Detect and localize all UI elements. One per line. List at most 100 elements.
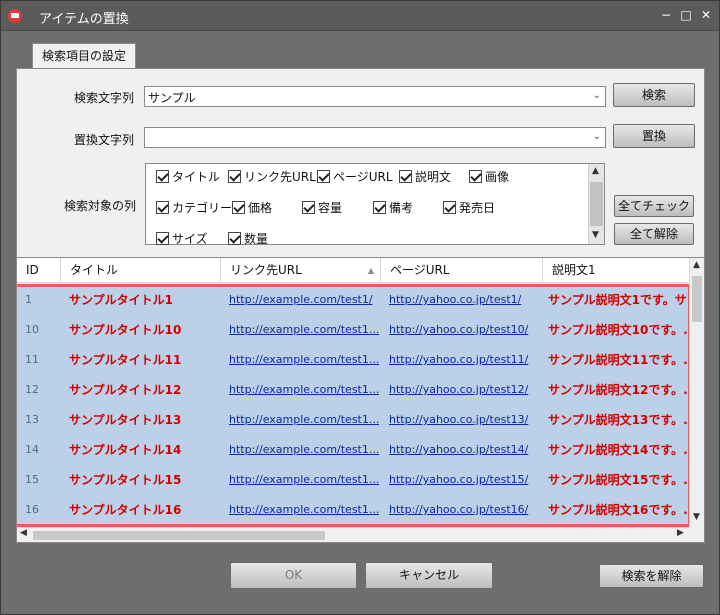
cell-link-url[interactable]: http://example.com/test1... (229, 405, 379, 435)
table-row[interactable]: 11 サンプルタイトル11 http://example.com/test1..… (17, 345, 689, 375)
checkbox-label: 備考 (389, 201, 414, 215)
scroll-right-icon[interactable]: ▶ (677, 528, 684, 538)
search-settings-panel: 検索文字列 サンプル ⌄ 検索 置換文字列 ⌄ 置換 検索対象の列 タイトル リ… (16, 68, 705, 258)
cell-page-url[interactable]: http://yahoo.co.jp/test10/ (389, 315, 544, 345)
cell-link-url[interactable]: http://example.com/test1... (229, 375, 379, 405)
ok-button[interactable]: OK (230, 562, 357, 589)
replace-button[interactable]: 置換 (613, 124, 695, 148)
checkbox-label: 発売日 (459, 201, 496, 215)
grid-vertical-scrollbar[interactable]: ▲ ▼ (689, 258, 704, 527)
table-row[interactable]: 10 サンプルタイトル10 http://example.com/test1..… (17, 315, 689, 345)
chevron-down-icon[interactable]: ⌄ (593, 90, 601, 101)
checkbox-link-url[interactable]: リンク先URL (228, 168, 316, 185)
grid-horizontal-scrollbar[interactable]: ◀ ▶ (17, 527, 689, 542)
cell-id: 10 (25, 323, 39, 336)
checkbox-title[interactable]: タイトル (156, 168, 220, 185)
checkbox-label: 説明文 (415, 170, 452, 184)
cell-page-url[interactable]: http://yahoo.co.jp/test16/ (389, 495, 544, 525)
table-row[interactable]: 15 サンプルタイトル15 http://example.com/test1..… (17, 465, 689, 495)
table-row[interactable]: 1 サンプルタイトル1 http://example.com/test1/ ht… (17, 285, 689, 315)
cell-link-url[interactable]: http://example.com/test1... (229, 345, 379, 375)
cell-page-url[interactable]: http://yahoo.co.jp/test11/ (389, 345, 544, 375)
cell-page-url[interactable]: http://yahoo.co.jp/test1/ (389, 285, 544, 315)
cell-page-url[interactable]: http://yahoo.co.jp/test15/ (389, 465, 544, 495)
cell-title: サンプルタイトル16 (69, 503, 182, 517)
clear-search-button[interactable]: 検索を解除 (599, 564, 704, 588)
replace-string-combobox[interactable]: ⌄ (144, 127, 606, 148)
checkbox-label: カテゴリー (172, 201, 233, 215)
checkbox-checked-icon[interactable] (302, 201, 315, 214)
table-row[interactable]: 16 サンプルタイトル16 http://example.com/test1..… (17, 495, 689, 525)
chevron-down-icon[interactable]: ⌄ (593, 131, 601, 142)
checkbox-checked-icon[interactable] (317, 170, 330, 183)
uncheck-all-button[interactable]: 全て解除 (614, 223, 694, 245)
target-columns-checklist: タイトル リンク先URL ページURL 説明文 画像 カテゴリー 価格 容量 備… (145, 163, 605, 247)
checkbox-checked-icon[interactable] (373, 201, 386, 214)
checkbox-checked-icon[interactable] (443, 201, 456, 214)
check-all-button[interactable]: 全てチェック (614, 195, 694, 217)
search-string-value: サンプル (148, 91, 196, 105)
column-header-title[interactable]: タイトル (61, 258, 221, 283)
cell-link-url[interactable]: http://example.com/test1... (229, 495, 379, 525)
checklist-scrollbar[interactable]: ▲ ▼ (588, 164, 604, 244)
checkbox-checked-icon[interactable] (228, 170, 241, 183)
cell-page-url[interactable]: http://yahoo.co.jp/test13/ (389, 405, 544, 435)
cell-page-url[interactable]: http://yahoo.co.jp/test12/ (389, 375, 544, 405)
scroll-down-icon[interactable]: ▼ (592, 230, 599, 240)
scrollbar-thumb[interactable] (692, 276, 702, 322)
search-string-combobox[interactable]: サンプル ⌄ (144, 86, 606, 107)
column-header-page-url[interactable]: ページURL (381, 258, 543, 283)
checkbox-description[interactable]: 説明文 (399, 168, 451, 185)
scrollbar-thumb[interactable] (33, 531, 325, 540)
checkbox-category[interactable]: カテゴリー (156, 199, 232, 216)
cell-id: 11 (25, 353, 39, 366)
cell-description: サンプル説明文14です。... (548, 443, 688, 457)
checkbox-checked-icon[interactable] (156, 232, 169, 245)
checkbox-image[interactable]: 画像 (469, 168, 509, 185)
checkbox-checked-icon[interactable] (156, 170, 169, 183)
column-header-description1[interactable]: 説明文1 (543, 258, 689, 283)
cell-link-url[interactable]: http://example.com/test1/ (229, 285, 379, 315)
search-button[interactable]: 検索 (613, 83, 695, 107)
cell-page-url[interactable]: http://yahoo.co.jp/test14/ (389, 435, 544, 465)
checkbox-checked-icon[interactable] (228, 232, 241, 245)
checkbox-size[interactable]: サイズ (156, 230, 208, 247)
maximize-icon[interactable]: □ (679, 8, 693, 22)
close-icon[interactable]: ✕ (699, 8, 713, 22)
checkbox-notes[interactable]: 備考 (373, 199, 413, 216)
cell-link-url[interactable]: http://example.com/test1... (229, 435, 379, 465)
scroll-up-icon[interactable]: ▲ (592, 166, 599, 176)
checkbox-release-date[interactable]: 発売日 (443, 199, 495, 216)
tab-search-settings[interactable]: 検索項目の設定 (32, 43, 136, 69)
cell-id: 13 (25, 413, 39, 426)
cell-id: 14 (25, 443, 39, 456)
cell-id: 15 (25, 473, 39, 486)
checkbox-label: 容量 (318, 201, 343, 215)
column-header-id[interactable]: ID (17, 258, 61, 283)
checkbox-checked-icon[interactable] (232, 201, 245, 214)
table-row[interactable]: 12 サンプルタイトル12 http://example.com/test1..… (17, 375, 689, 405)
checkbox-checked-icon[interactable] (156, 201, 169, 214)
replace-string-label: 置換文字列 (74, 133, 135, 147)
cell-description: サンプル説明文15です。... (548, 473, 688, 487)
checkbox-capacity[interactable]: 容量 (302, 199, 342, 216)
checkbox-quantity[interactable]: 数量 (228, 230, 268, 247)
cell-description: サンプル説明文10です。... (548, 323, 688, 337)
checkbox-page-url[interactable]: ページURL (317, 168, 393, 185)
checkbox-checked-icon[interactable] (469, 170, 482, 183)
cell-link-url[interactable]: http://example.com/test1... (229, 465, 379, 495)
cell-link-url[interactable]: http://example.com/test1... (229, 315, 379, 345)
table-row[interactable]: 14 サンプルタイトル14 http://example.com/test1..… (17, 435, 689, 465)
scroll-down-icon[interactable]: ▼ (693, 512, 700, 522)
column-header-link-url[interactable]: リンク先URL ▲ (221, 258, 381, 283)
scroll-left-icon[interactable]: ◀ (20, 528, 27, 538)
table-row[interactable]: 13 サンプルタイトル13 http://example.com/test1..… (17, 405, 689, 435)
checkbox-label: ページURL (333, 170, 393, 184)
scroll-up-icon[interactable]: ▲ (693, 260, 700, 270)
cell-title: サンプルタイトル10 (69, 323, 182, 337)
cancel-button[interactable]: キャンセル (365, 562, 493, 589)
checkbox-price[interactable]: 価格 (232, 199, 272, 216)
minimize-icon[interactable]: − (659, 8, 673, 22)
checkbox-checked-icon[interactable] (399, 170, 412, 183)
scrollbar-thumb[interactable] (590, 182, 603, 226)
